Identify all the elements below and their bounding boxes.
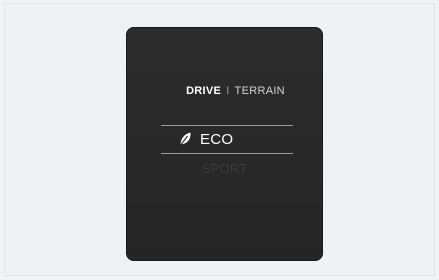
mode-label-eco: ECO: [200, 130, 234, 148]
mode-option-eco[interactable]: ECO: [178, 129, 233, 149]
mode-option-sport[interactable]: SPORT: [126, 161, 323, 176]
tab-terrain[interactable]: TERRAIN: [235, 85, 285, 97]
tab-separator: I: [226, 85, 230, 97]
leaf-icon: [178, 131, 192, 147]
selection-divider-top: [161, 125, 293, 126]
selection-divider-bottom: [161, 153, 293, 154]
mode-category-tabs: DRIVE I TERRAIN: [126, 85, 323, 97]
drive-mode-display: DRIVE I TERRAIN ECO SPORT: [126, 27, 323, 261]
tab-drive[interactable]: DRIVE: [186, 85, 221, 97]
